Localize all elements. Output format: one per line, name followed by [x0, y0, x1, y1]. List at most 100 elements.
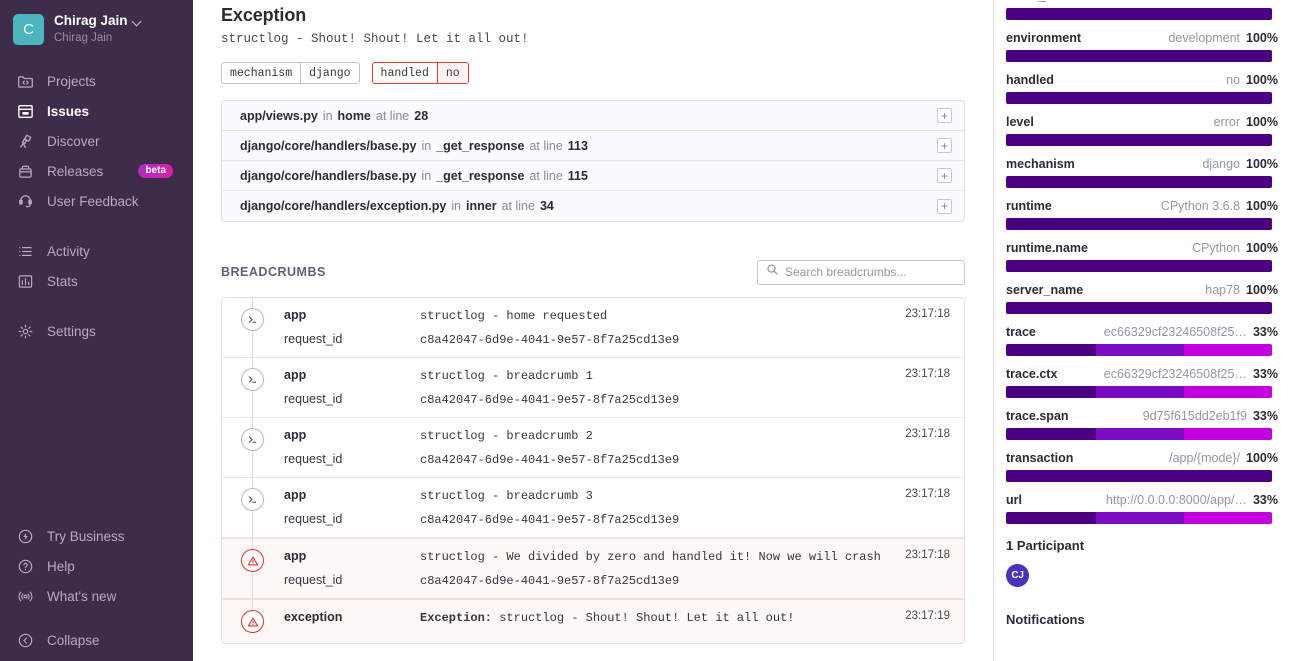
- console-icon: [241, 368, 264, 391]
- tag-item-mechanism[interactable]: mechanism django 100%: [1006, 157, 1278, 188]
- tag-item-server-name[interactable]: server_name hap78 100%: [1006, 283, 1278, 314]
- search-input[interactable]: [785, 265, 956, 279]
- frame-expand-button[interactable]: +: [937, 168, 952, 183]
- sidebar-item-issues[interactable]: Issues: [0, 96, 193, 126]
- stack-frame-row[interactable]: django/core/handlers/exception.py in inn…: [222, 191, 964, 221]
- stack-frame-row[interactable]: app/views.py in home at line 28 +: [222, 101, 964, 131]
- tag-item-handled[interactable]: handled no 100%: [1006, 73, 1278, 104]
- exception-meta-pills: mechanism django handled no: [221, 62, 965, 84]
- sidebar-item-whats-new[interactable]: What's new: [0, 581, 193, 611]
- sidebar-item-label: Discover: [47, 133, 100, 149]
- breadcrumb-row-exception[interactable]: exception Exception: structlog - Shout! …: [222, 598, 964, 643]
- breadcrumb-data-key: request_id: [284, 392, 343, 406]
- tag-percent: 100%: [1246, 0, 1278, 3]
- breadcrumb-timestamp: 23:17:18: [905, 488, 950, 500]
- sidebar-item-user-feedback[interactable]: User Feedback: [0, 186, 193, 216]
- breadcrumb-data-key: request_id: [284, 452, 343, 466]
- frame-function: _get_response: [436, 168, 525, 183]
- tag-bar-segment: [1006, 176, 1272, 188]
- tag-key: trace.span: [1006, 409, 1069, 423]
- breadcrumbs-header: BREADCRUMBS: [221, 257, 965, 287]
- stack-frame-row[interactable]: django/core/handlers/base.py in _get_res…: [222, 161, 964, 191]
- tag-key: runtime.name: [1006, 241, 1088, 255]
- sidebar-item-activity[interactable]: Activity: [0, 236, 193, 266]
- frame-in-label: in: [421, 138, 432, 153]
- stack-trace-frames: app/views.py in home at line 28 + django…: [221, 100, 965, 222]
- frame-expand-button[interactable]: +: [937, 138, 952, 153]
- frame-at-label: at line: [529, 138, 563, 153]
- breadcrumb-message: structlog - Shout! Shout! Let it all out…: [492, 611, 795, 625]
- telescope-icon: [14, 130, 36, 152]
- gear-icon: [14, 320, 36, 342]
- breadcrumb-category: app: [284, 488, 307, 502]
- frame-expand-button[interactable]: +: [937, 108, 952, 123]
- pill-handled[interactable]: handled no: [371, 62, 469, 84]
- sidebar-item-projects[interactable]: Projects: [0, 66, 193, 96]
- tag-bar-segment: [1184, 428, 1272, 440]
- sidebar-item-discover[interactable]: Discover: [0, 126, 193, 156]
- breadcrumb-data-key: request_id: [284, 512, 343, 526]
- org-switcher[interactable]: C Chirag Jain Chirag Jain: [0, 0, 193, 58]
- frame-filename: django/core/handlers/exception.py: [240, 199, 447, 213]
- tag-key: level: [1006, 115, 1034, 129]
- tag-percent: 100%: [1246, 115, 1278, 129]
- breadcrumb-message: structlog - breadcrumb 2: [420, 429, 593, 443]
- tag-item-trace-span[interactable]: trace.span 9d75f615dd2eb1f9 33%: [1006, 409, 1278, 440]
- sidebar-item-settings[interactable]: Settings: [0, 316, 193, 346]
- tag-bar-segment: [1096, 512, 1185, 524]
- tag-item-transaction[interactable]: transaction /app/{mode}/ 100%: [1006, 451, 1278, 482]
- breadcrumb-message: structlog - breadcrumb 3: [420, 489, 593, 503]
- tag-bar-segment: [1184, 344, 1272, 356]
- tag-bar-segment: [1006, 218, 1272, 230]
- tag-item-trace-ctx[interactable]: trace.ctx ec66329cf23246508f25… 33%: [1006, 367, 1278, 398]
- tag-bar-segment: [1006, 134, 1272, 146]
- sidebar-collapse-button[interactable]: Collapse: [0, 625, 193, 655]
- breadcrumb-data-key: request_id: [284, 332, 343, 346]
- sidebar-item-try-business[interactable]: Try Business: [0, 521, 193, 551]
- tag-bar-segment: [1006, 386, 1097, 398]
- tag-item-url[interactable]: url http://0.0.0.0:8000/app/… 33%: [1006, 493, 1278, 524]
- warning-circle-icon: [241, 610, 264, 633]
- tag-item-runtime-name[interactable]: runtime.name CPython 100%: [1006, 241, 1278, 272]
- tag-top-value: http://0.0.0.0:8000/app/…: [1105, 493, 1247, 507]
- tag-bar: [1006, 302, 1272, 314]
- tag-bar: [1006, 8, 1272, 20]
- tag-bar: [1006, 92, 1272, 104]
- tag-bar: [1006, 176, 1272, 188]
- tag-bar: [1006, 344, 1272, 356]
- frame-line-number: 115: [567, 168, 588, 183]
- sidebar-item-label: Try Business: [47, 528, 125, 544]
- sidebar-item-releases[interactable]: Releases beta: [0, 156, 193, 186]
- breadcrumb-category: app: [284, 549, 307, 563]
- tag-bar-segment: [1006, 50, 1272, 62]
- tag-top-value: ec66329cf23246508f25…: [1103, 367, 1247, 381]
- avatar[interactable]: CJ: [1006, 564, 1029, 587]
- sidebar-item-label: Projects: [47, 73, 96, 89]
- tag-item-client-os-name[interactable]: client_os.name Linux 100%: [1006, 0, 1278, 20]
- breadcrumb-timestamp: 23:17:18: [905, 368, 950, 380]
- breadcrumb-row[interactable]: app structlog - breadcrumb 2 request_id …: [222, 416, 964, 479]
- sidebar-item-label: Issues: [47, 103, 90, 119]
- breadcrumb-row[interactable]: app structlog - home requested request_i…: [222, 298, 964, 359]
- breadcrumb-row[interactable]: app structlog - breadcrumb 3 request_id …: [222, 476, 964, 539]
- tag-item-environment[interactable]: environment development 100%: [1006, 31, 1278, 62]
- breadcrumbs-search[interactable]: [757, 259, 965, 285]
- breadcrumb-row[interactable]: app structlog - breadcrumb 1 request_id …: [222, 356, 964, 419]
- sidebar-item-help[interactable]: Help: [0, 551, 193, 581]
- sidebar-item-stats[interactable]: Stats: [0, 266, 193, 296]
- tag-item-level[interactable]: level error 100%: [1006, 115, 1278, 146]
- stack-frame-row[interactable]: django/core/handlers/base.py in _get_res…: [222, 131, 964, 161]
- tag-item-runtime[interactable]: runtime CPython 3.6.8 100%: [1006, 199, 1278, 230]
- frame-expand-button[interactable]: +: [937, 198, 952, 214]
- breadcrumb-timestamp: 23:17:18: [905, 428, 950, 440]
- tag-item-trace[interactable]: trace ec66329cf23246508f25… 33%: [1006, 325, 1278, 356]
- breadcrumb-row-error[interactable]: app structlog - We divided by zero and h…: [222, 537, 964, 600]
- org-avatar: C: [13, 13, 44, 45]
- pill-mechanism[interactable]: mechanism django: [221, 62, 360, 84]
- releases-box-icon: [14, 160, 36, 182]
- tag-bar-segment: [1006, 428, 1097, 440]
- breadcrumb-marker: [238, 356, 284, 419]
- frame-filename: django/core/handlers/base.py: [240, 138, 417, 153]
- tag-bar: [1006, 260, 1272, 272]
- tag-bar-segment: [1006, 344, 1097, 356]
